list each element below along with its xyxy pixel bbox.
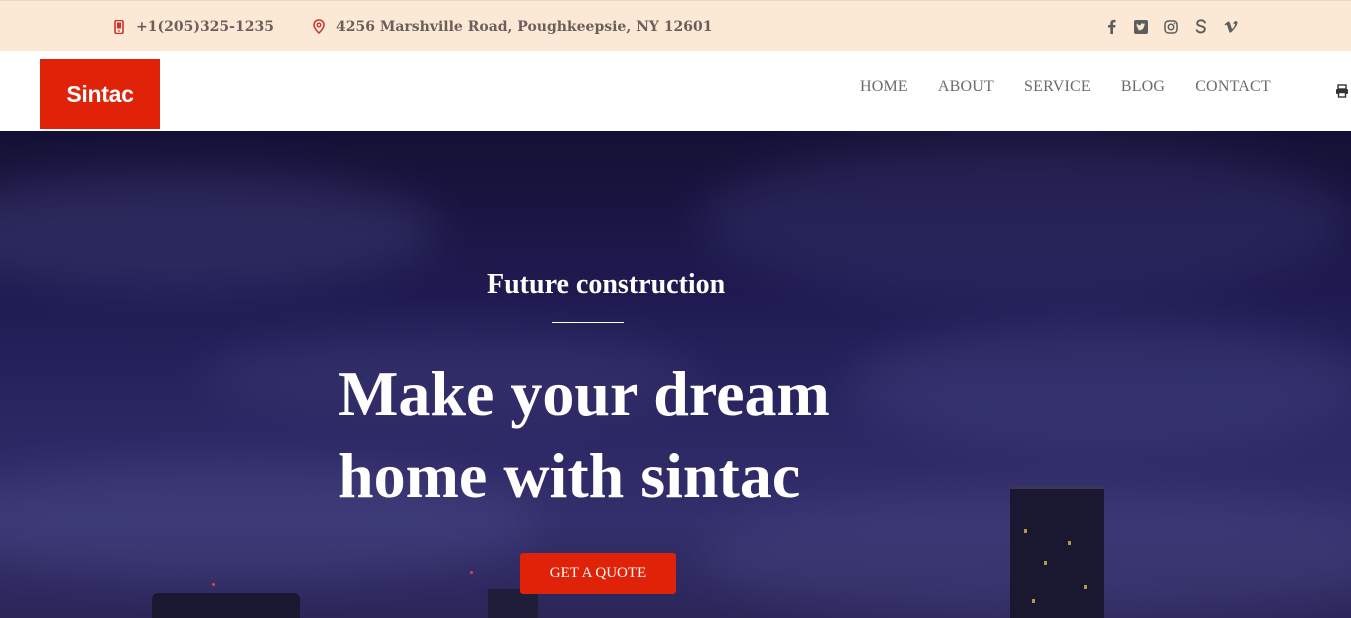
address-text: 4256 Marshville Road, Poughkeepsie, NY 1… <box>336 18 713 35</box>
nav-blog[interactable]: BLOG <box>1121 78 1165 96</box>
nav-contact[interactable]: CONTACT <box>1195 78 1271 96</box>
phone-contact[interactable]: +1(205)325-1235 <box>112 1 274 52</box>
hero-content: Future construction Make your dream home… <box>0 131 1351 618</box>
get-quote-button[interactable]: GET A QUOTE <box>520 553 676 594</box>
hero-subtitle: Future construction <box>487 269 726 300</box>
headline-line-1: Make your dream <box>338 358 830 429</box>
facebook-icon[interactable] <box>1103 19 1119 35</box>
twitter-icon[interactable] <box>1133 19 1149 35</box>
skype-icon[interactable] <box>1193 19 1209 35</box>
print-icon[interactable] <box>1335 83 1349 98</box>
nav-service[interactable]: SERVICE <box>1024 78 1091 96</box>
phone-icon <box>112 19 126 35</box>
main-menu: HOME ABOUT SERVICE BLOG CONTACT <box>860 51 1271 123</box>
vimeo-icon[interactable] <box>1223 19 1239 35</box>
site-logo[interactable]: Sintac <box>40 59 160 129</box>
top-info-bar: +1(205)325-1235 4256 Marshville Road, Po… <box>0 0 1351 51</box>
subtitle-divider <box>552 322 624 323</box>
nav-home[interactable]: HOME <box>860 78 908 96</box>
social-links <box>1103 1 1239 52</box>
nav-about[interactable]: ABOUT <box>938 78 994 96</box>
instagram-icon[interactable] <box>1163 19 1179 35</box>
headline-line-2: home with sintac <box>338 440 801 511</box>
hero-banner: Future construction Make your dream home… <box>0 131 1351 618</box>
address-contact: 4256 Marshville Road, Poughkeepsie, NY 1… <box>312 1 712 52</box>
location-pin-icon <box>312 19 326 35</box>
main-navbar: Sintac HOME ABOUT SERVICE BLOG CONTACT <box>0 51 1351 131</box>
phone-number: +1(205)325-1235 <box>136 18 274 35</box>
hero-headline: Make your dream home with sintac <box>338 353 958 517</box>
